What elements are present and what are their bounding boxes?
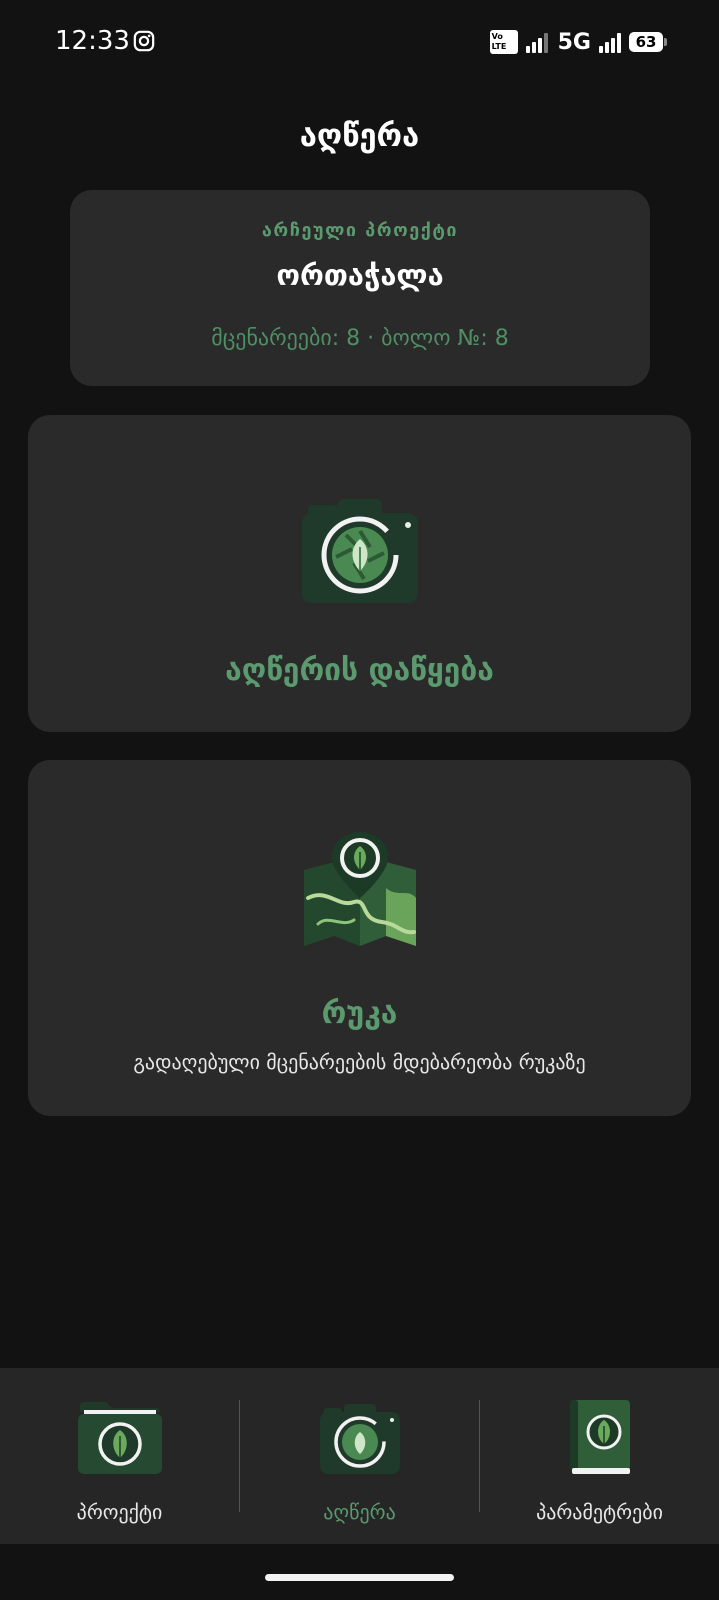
start-survey-button[interactable]: აღწერის დაწყება (28, 415, 691, 732)
nav-item-survey[interactable]: აღწერა (240, 1368, 479, 1544)
status-time: 12:33 (55, 26, 130, 56)
map-title: რუკა (321, 996, 398, 1031)
gesture-handle[interactable] (265, 1574, 454, 1581)
page-title: აღწერა (299, 118, 420, 154)
battery-icon: 63 (629, 32, 667, 52)
signal-bars-1-icon (525, 31, 548, 53)
nav-item-settings[interactable]: პარამეტრები (480, 1368, 719, 1544)
status-indicators: Vo LTE 5G 63 (489, 28, 667, 56)
battery-level: 63 (635, 33, 657, 51)
camera-leaf-icon (319, 1404, 400, 1474)
network-type: 5G (557, 29, 591, 55)
camera-leaf-icon (301, 499, 418, 603)
start-survey-title: აღწერის დაწყება (225, 653, 494, 688)
project-name: ორთაჭალა (276, 258, 444, 292)
bottom-navigation: პროექტი აღწერა პარამეტრები (0, 1368, 719, 1544)
project-label: არჩეული პროექტი (261, 220, 459, 241)
book-leaf-icon (569, 1400, 630, 1474)
nav-label-project: პროექტი (76, 1500, 163, 1524)
instagram-icon (133, 30, 155, 52)
map-button[interactable]: რუკა გადაღებული მცენარეების მდებარეობა რ… (28, 760, 691, 1116)
map-pin-leaf-icon (303, 832, 416, 946)
nav-item-project[interactable]: პროექტი (0, 1368, 239, 1544)
status-bar: 12:33 Vo LTE 5G 63 (0, 0, 719, 84)
folder-leaf-icon (77, 1402, 162, 1474)
volte-icon: Vo LTE (489, 30, 518, 54)
nav-label-survey: აღწერა (323, 1500, 396, 1524)
nav-label-settings: პარამეტრები (536, 1500, 663, 1524)
screen: 12:33 Vo LTE 5G 63 აღწერა არჩეული პროექტი… (0, 0, 719, 1600)
selected-project-card[interactable]: არჩეული პროექტი ორთაჭალა მცენარეები: 8 ·… (70, 190, 650, 386)
signal-bars-2-icon (599, 31, 621, 53)
project-stats: მცენარეები: 8 · ბოლო №: 8 (211, 326, 509, 351)
map-subtitle: გადაღებული მცენარეების მდებარეობა რუკაზე (133, 1050, 586, 1074)
